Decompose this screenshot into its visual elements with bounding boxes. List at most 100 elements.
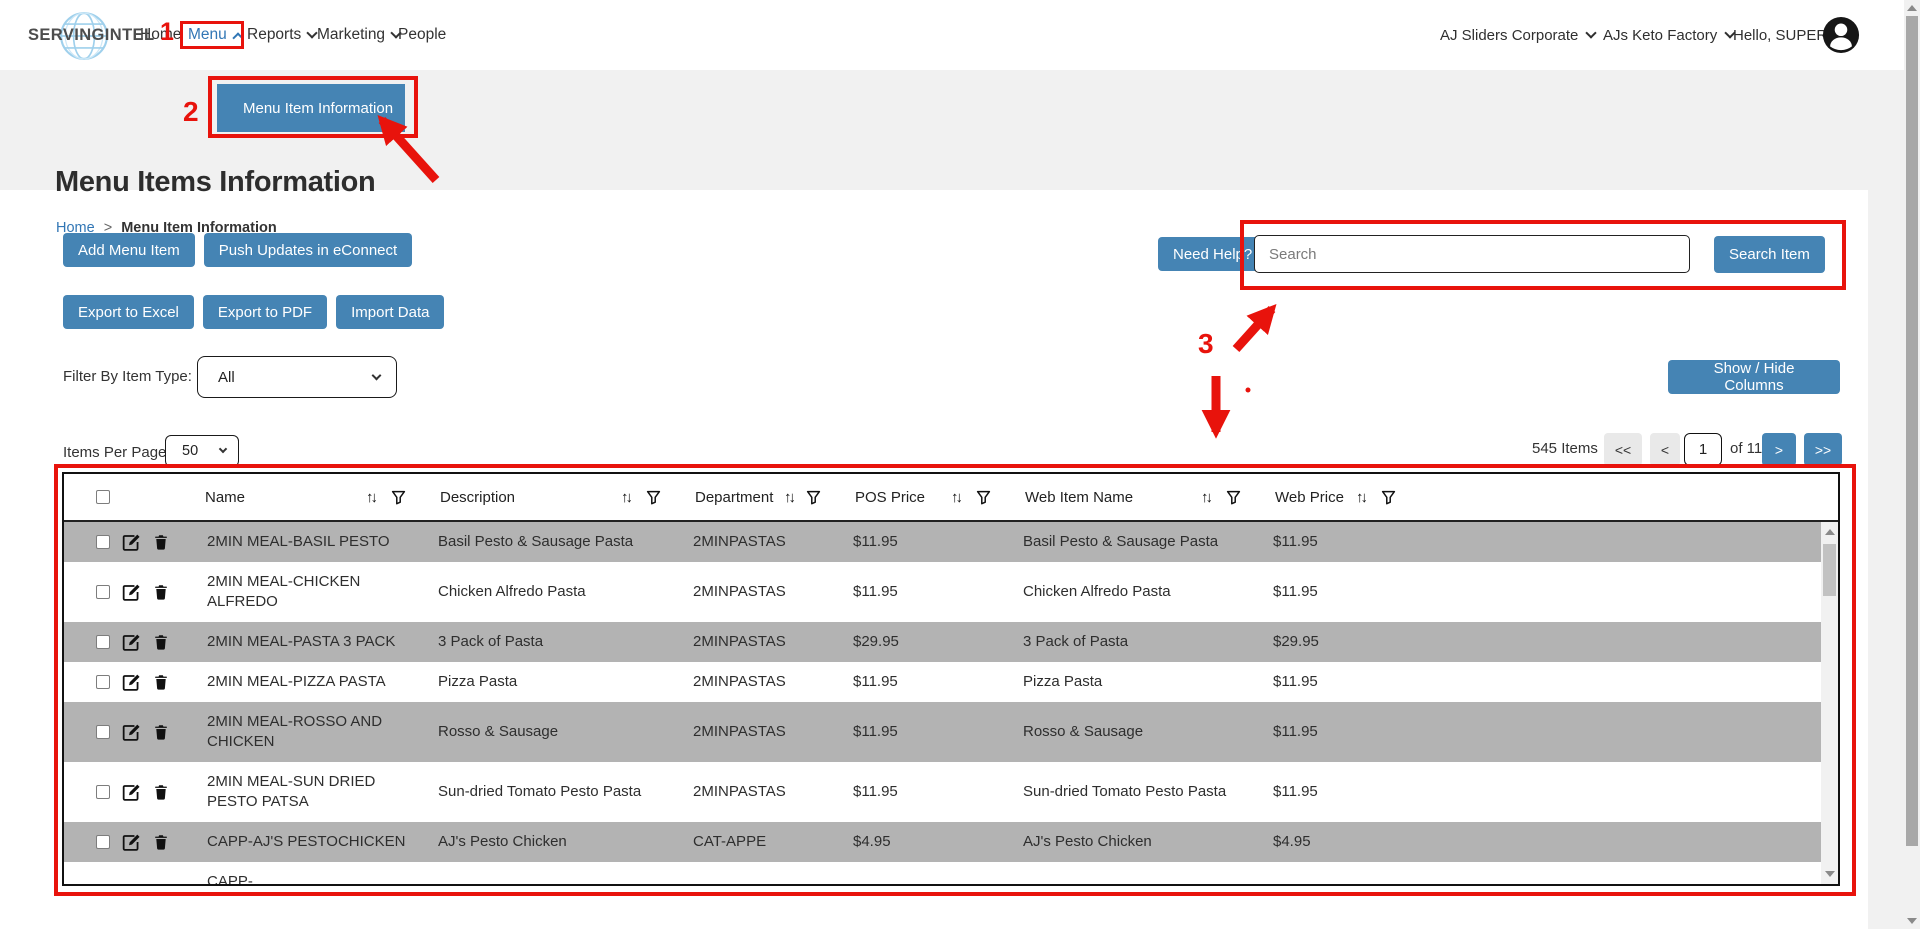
- edit-icon[interactable]: [122, 673, 141, 692]
- edit-icon[interactable]: [122, 533, 141, 552]
- row-checkbox[interactable]: [96, 785, 110, 799]
- sort-icon[interactable]: ↑↓: [951, 489, 963, 506]
- table-scrollbar[interactable]: [1821, 522, 1838, 884]
- cell-description: Sun-dried Tomato Pesto Pasta: [432, 780, 687, 804]
- row-checkbox[interactable]: [96, 885, 110, 886]
- prev-page-button[interactable]: <: [1650, 433, 1680, 466]
- export-excel-button[interactable]: Export to Excel: [63, 295, 194, 329]
- cell-department: 2MINPASTAS: [687, 530, 847, 554]
- table-header-row: Name ↑↓ Description ↑↓ Departm: [64, 474, 1838, 522]
- edit-icon[interactable]: [122, 783, 141, 802]
- delete-icon[interactable]: [153, 583, 169, 601]
- sort-icon[interactable]: ↑↓: [621, 489, 633, 506]
- window-scrollbar-thumb[interactable]: [1906, 16, 1918, 846]
- nav-item-marketing[interactable]: Marketing: [317, 0, 400, 70]
- page-number-input[interactable]: [1684, 433, 1722, 466]
- edit-icon[interactable]: [122, 583, 141, 602]
- window-scrollbar[interactable]: [1904, 0, 1920, 929]
- nav-item-menu[interactable]: Menu: [188, 0, 242, 70]
- column-header-description: Description ↑↓: [432, 474, 687, 520]
- edit-icon[interactable]: [122, 723, 141, 742]
- breadcrumb-home-link[interactable]: Home: [56, 220, 95, 236]
- delete-icon[interactable]: [153, 533, 169, 551]
- cell-web-item-name: AJ's Pesto Chicken: [1017, 830, 1267, 854]
- delete-icon[interactable]: [153, 783, 169, 801]
- edit-icon[interactable]: [122, 883, 141, 887]
- scroll-down-icon[interactable]: [1825, 871, 1835, 877]
- cell-pos-price: $6.95: [847, 880, 1017, 886]
- filter-funnel-icon[interactable]: [806, 490, 821, 505]
- row-checkbox[interactable]: [96, 675, 110, 689]
- edit-icon[interactable]: [122, 833, 141, 852]
- store-selector-location[interactable]: AJs Keto Factory: [1603, 0, 1734, 70]
- nav-item-people[interactable]: People: [398, 0, 446, 70]
- filter-funnel-icon[interactable]: [391, 490, 406, 505]
- import-data-button[interactable]: Import Data: [336, 295, 444, 329]
- sort-icon[interactable]: ↑↓: [784, 489, 796, 506]
- push-updates-button[interactable]: Push Updates in eConnect: [204, 233, 412, 267]
- column-header-filler: [1422, 474, 1838, 520]
- cell-department: 2MINPASTAS: [687, 780, 847, 804]
- delete-icon[interactable]: [153, 673, 169, 691]
- first-page-button[interactable]: <<: [1604, 433, 1642, 466]
- table-row: 2MIN MEAL-PIZZA PASTA Pizza Pasta 2MINPA…: [64, 662, 1838, 702]
- last-page-button[interactable]: >>: [1804, 433, 1842, 466]
- filter-funnel-icon[interactable]: [1226, 490, 1241, 505]
- table-body: 2MIN MEAL-BASIL PESTO Basil Pesto & Saus…: [64, 522, 1838, 886]
- sort-icon[interactable]: ↑↓: [1201, 489, 1213, 506]
- dropdown-menu-item-information[interactable]: Menu Item Information: [217, 84, 405, 132]
- row-actions: [64, 762, 197, 822]
- cell-pos-price: $11.95: [847, 580, 1017, 604]
- toolbar-export: Export to Excel Export to PDF Import Dat…: [63, 295, 444, 329]
- delete-icon[interactable]: [153, 633, 169, 651]
- chevron-down-icon: [219, 445, 227, 453]
- delete-icon[interactable]: [153, 833, 169, 851]
- store-selector-corporate[interactable]: AJ Sliders Corporate: [1440, 0, 1595, 70]
- row-checkbox[interactable]: [96, 725, 110, 739]
- scroll-up-icon[interactable]: [1907, 5, 1917, 11]
- next-page-button[interactable]: >: [1762, 433, 1796, 466]
- item-type-select[interactable]: All: [197, 356, 397, 398]
- table-scrollbar-thumb[interactable]: [1823, 544, 1836, 596]
- edit-icon[interactable]: [122, 633, 141, 652]
- column-header-department: Department ↑↓: [687, 474, 847, 520]
- breadcrumb-separator: >: [104, 220, 112, 236]
- nav-item-reports[interactable]: Reports: [247, 0, 316, 70]
- row-checkbox[interactable]: [96, 835, 110, 849]
- column-header-web-item-name: Web Item Name ↑↓: [1017, 474, 1267, 520]
- add-menu-item-button[interactable]: Add Menu Item: [63, 233, 195, 267]
- cell-web-item-name: Pizza Pasta: [1017, 670, 1267, 694]
- cell-department: 2MINPASTAS: [687, 720, 847, 744]
- cell-description: Basil Pesto & Sausage Pasta: [432, 530, 687, 554]
- select-all-checkbox[interactable]: [96, 490, 110, 504]
- sort-icon[interactable]: ↑↓: [366, 489, 378, 506]
- cell-web-price: $11.95: [1267, 530, 1422, 554]
- scroll-up-icon[interactable]: [1825, 529, 1835, 535]
- toolbar-primary: Add Menu Item Push Updates in eConnect: [63, 233, 412, 267]
- user-avatar-icon[interactable]: [1822, 16, 1860, 54]
- cell-web-item-name: Rosso & Sausage: [1017, 720, 1267, 744]
- items-per-page-select[interactable]: 50: [165, 435, 239, 467]
- show-hide-columns-button[interactable]: Show / Hide Columns: [1668, 360, 1840, 394]
- cell-name: 2MIN MEAL-PASTA 3 PACK: [197, 622, 432, 662]
- filter-funnel-icon[interactable]: [1381, 490, 1396, 505]
- delete-icon[interactable]: [153, 723, 169, 741]
- page-root: SERVINGINTEL Home Menu Reports Marketing…: [0, 0, 1920, 929]
- row-checkbox[interactable]: [96, 585, 110, 599]
- export-pdf-button[interactable]: Export to PDF: [203, 295, 327, 329]
- cell-web-price: $11.95: [1267, 720, 1422, 744]
- delete-icon[interactable]: [153, 883, 169, 886]
- cell-department: 2MINPASTAS: [687, 670, 847, 694]
- breadcrumb-current: Menu Item Information: [121, 220, 276, 236]
- filter-funnel-icon[interactable]: [646, 490, 661, 505]
- cell-web-item-name: Basil Pesto & Sausage Pasta: [1017, 530, 1267, 554]
- sort-icon[interactable]: ↑↓: [1356, 489, 1368, 506]
- cell-web-price: $6.95: [1267, 880, 1422, 886]
- row-checkbox[interactable]: [96, 635, 110, 649]
- filter-funnel-icon[interactable]: [976, 490, 991, 505]
- cell-description: AJ's Pesto Chicken: [432, 830, 687, 854]
- cell-name: CAPP-AJ'SASIANBEEFSKEWERS: [197, 862, 432, 886]
- scroll-down-icon[interactable]: [1907, 918, 1917, 924]
- row-checkbox[interactable]: [96, 535, 110, 549]
- column-header-web-price: Web Price ↑↓: [1267, 474, 1422, 520]
